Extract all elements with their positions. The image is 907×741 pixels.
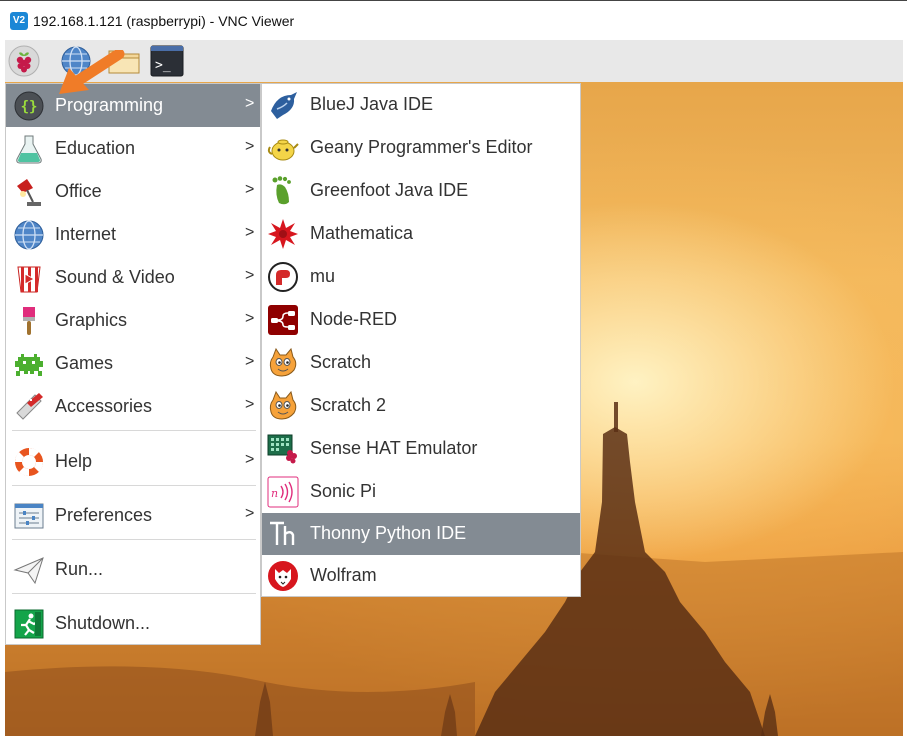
desk-lamp-icon <box>12 175 46 209</box>
chevron-right-icon: > <box>245 310 255 327</box>
application-menu: {} Programming > Education > Office > In… <box>5 83 261 645</box>
menu-item-label: Sound & Video <box>55 267 175 287</box>
bluej-bird-icon <box>266 88 300 122</box>
menu-item-education[interactable]: Education > <box>6 127 260 170</box>
scratch-cat-icon <box>266 389 300 423</box>
flask-icon <box>12 132 46 166</box>
submenu-item-greenfoot[interactable]: Greenfoot Java IDE <box>262 170 580 212</box>
chevron-right-icon: > <box>245 396 255 413</box>
chevron-right-icon: > <box>245 353 255 370</box>
remote-desktop-frame: >_ {} Programming > Education > Office > <box>5 40 903 736</box>
geany-teapot-icon <box>266 131 300 165</box>
submenu-item-geany[interactable]: Geany Programmer's Editor <box>262 127 580 169</box>
submenu-item-scratch-2[interactable]: Scratch 2 <box>262 385 580 427</box>
mu-icon <box>266 260 300 294</box>
exit-running-man-icon <box>12 607 46 641</box>
chevron-right-icon: > <box>245 451 255 468</box>
programming-submenu: BlueJ Java IDE Geany Programmer's Editor… <box>261 83 581 597</box>
submenu-item-sonic-pi[interactable]: n Sonic Pi <box>262 471 580 513</box>
submenu-item-mu[interactable]: mu <box>262 256 580 298</box>
taskbar: >_ <box>5 40 903 82</box>
submenu-item-bluej[interactable]: BlueJ Java IDE <box>262 84 580 126</box>
svg-text:>_: >_ <box>155 58 171 73</box>
chevron-right-icon: > <box>245 505 255 522</box>
swiss-knife-icon <box>12 390 46 424</box>
menu-item-games[interactable]: Games > <box>6 342 260 385</box>
vnc-logo-icon: V2 <box>10 11 28 30</box>
svg-text:{}: {} <box>21 99 38 115</box>
menu-separator <box>12 593 256 594</box>
submenu-item-label: Thonny Python IDE <box>310 523 467 543</box>
menu-separator <box>12 539 256 540</box>
menu-item-preferences[interactable]: Preferences > <box>6 494 260 537</box>
menu-item-label: Graphics <box>55 310 128 330</box>
menu-separator <box>12 485 256 486</box>
submenu-item-label: Node-RED <box>310 309 398 329</box>
chevron-right-icon: > <box>245 95 255 112</box>
menu-item-run[interactable]: Run... <box>6 548 260 591</box>
menu-item-label: Accessories <box>55 396 153 416</box>
chevron-right-icon: > <box>245 138 255 155</box>
submenu-item-label: Mathematica <box>310 223 414 243</box>
sense-hat-icon <box>266 432 300 466</box>
annotation-arrow-icon <box>59 50 125 94</box>
menu-item-graphics[interactable]: Graphics > <box>6 299 260 342</box>
menu-item-help[interactable]: Help > <box>6 440 260 483</box>
menu-item-label: Internet <box>55 224 117 244</box>
submenu-item-wolfram[interactable]: Wolfram <box>262 555 580 597</box>
wolfram-wolf-icon <box>266 559 300 593</box>
window-title-bar: V2 192.168.1.121 (raspberrypi) - VNC Vie… <box>0 0 907 40</box>
sliders-icon <box>12 499 46 533</box>
submenu-item-label: Greenfoot Java IDE <box>310 180 469 200</box>
submenu-item-label: Geany Programmer's Editor <box>310 137 533 157</box>
raspberry-icon[interactable] <box>7 44 41 78</box>
submenu-item-scratch[interactable]: Scratch <box>262 342 580 384</box>
lifebuoy-icon <box>12 445 46 479</box>
menu-item-label: Run... <box>55 559 104 579</box>
submenu-item-label: Sense HAT Emulator <box>310 438 478 458</box>
menu-item-office[interactable]: Office > <box>6 170 260 213</box>
submenu-item-label: Sonic Pi <box>310 481 377 501</box>
submenu-item-thonny[interactable]: Thonny Python IDE <box>262 513 580 555</box>
svg-text:n: n <box>271 487 278 500</box>
globe-icon <box>12 218 46 252</box>
thonny-icon <box>266 517 300 551</box>
space-invader-icon <box>12 347 46 381</box>
menu-item-sound-video[interactable]: Sound & Video > <box>6 256 260 299</box>
mathematica-star-icon <box>266 217 300 251</box>
submenu-item-label: Scratch 2 <box>310 395 387 415</box>
window-title: 192.168.1.121 (raspberrypi) - VNC Viewer <box>33 12 295 29</box>
sonic-pi-icon: n <box>266 475 300 509</box>
greenfoot-icon <box>266 174 300 208</box>
curly-braces-icon: {} <box>12 89 46 123</box>
paintbrush-icon <box>12 304 46 338</box>
submenu-item-mathematica[interactable]: Mathematica <box>262 213 580 255</box>
submenu-item-sense-hat-emulator[interactable]: Sense HAT Emulator <box>262 428 580 470</box>
menu-item-shutdown[interactable]: Shutdown... <box>6 602 260 645</box>
chevron-right-icon: > <box>245 181 255 198</box>
menu-item-accessories[interactable]: Accessories > <box>6 385 260 428</box>
submenu-item-label: Wolfram <box>310 565 377 585</box>
node-red-icon <box>266 303 300 337</box>
menu-item-label: Games <box>55 353 114 373</box>
menu-item-label: Education <box>55 138 136 158</box>
menu-item-label: Preferences <box>55 505 153 525</box>
submenu-item-node-red[interactable]: Node-RED <box>262 299 580 341</box>
terminal-icon[interactable]: >_ <box>150 44 184 78</box>
menu-item-label: Shutdown... <box>55 613 151 633</box>
submenu-item-label: BlueJ Java IDE <box>310 94 434 114</box>
chevron-right-icon: > <box>245 267 255 284</box>
scratch-cat-icon <box>266 346 300 380</box>
menu-item-internet[interactable]: Internet > <box>6 213 260 256</box>
menu-item-label: Office <box>55 181 102 201</box>
menu-item-label: Help <box>55 451 93 471</box>
paper-plane-icon <box>12 553 46 587</box>
submenu-item-label: mu <box>310 266 336 286</box>
chevron-right-icon: > <box>245 224 255 241</box>
popcorn-icon <box>12 261 46 295</box>
submenu-item-label: Scratch <box>310 352 372 372</box>
menu-separator <box>12 430 256 431</box>
